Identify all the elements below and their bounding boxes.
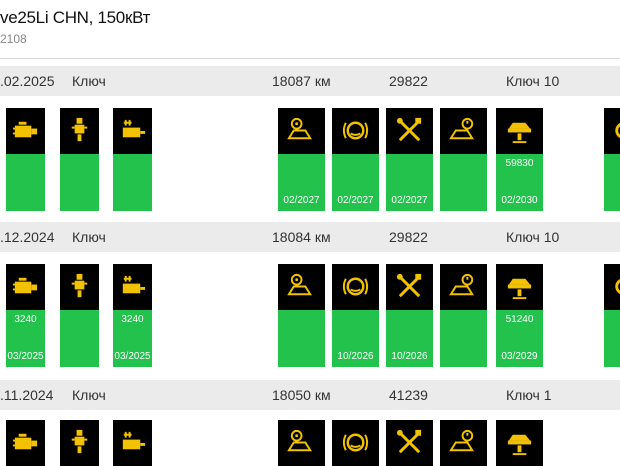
tile-engine-filter xyxy=(6,420,45,466)
tile-tools-service: 10/2026 xyxy=(386,264,433,367)
tile-vehicle-service: 02/2027 xyxy=(278,108,325,211)
tile-lift-inspection xyxy=(496,420,543,466)
tile-spark-plug xyxy=(60,108,99,211)
vehicle-check-icon xyxy=(440,264,487,310)
tile-brake-fluid xyxy=(332,420,379,466)
car-lift-icon xyxy=(496,420,543,466)
tile-lift-inspection: 59830 02/2030 xyxy=(496,108,543,211)
spark-plug-icon xyxy=(60,108,99,154)
record-mileage: 18050 км xyxy=(272,387,331,403)
vehicle-title: ve25Li CHN, 150кВт xyxy=(0,8,151,27)
tile-vehicle-service xyxy=(278,420,325,466)
record-mileage: 18087 км xyxy=(272,73,331,89)
vehicle-subtitle: 2108 xyxy=(0,32,27,46)
tile-spark-plug xyxy=(60,420,99,466)
tile-lift-inspection: 51240 03/2029 xyxy=(496,264,543,367)
tile-vehicle-service xyxy=(278,264,325,367)
tile-engine-filter: 3240 03/2025 xyxy=(6,264,45,367)
brake-fluid-icon xyxy=(332,264,379,310)
tile-spark-plug-status xyxy=(60,310,99,367)
tile-vehicle-check-status xyxy=(440,154,487,211)
service-record-header[interactable]: .11.2024 Ключ 18050 км 41239 Ключ 1 xyxy=(0,380,620,410)
particulate-filter-icon xyxy=(113,264,152,310)
tile-brake-fluid: 10/2026 xyxy=(332,264,379,367)
vehicle-service-icon xyxy=(278,264,325,310)
tile-partial-edge xyxy=(604,264,620,367)
record-code: 29822 xyxy=(389,229,428,245)
record-code: 29822 xyxy=(389,73,428,89)
car-lift-icon xyxy=(496,108,543,154)
wrench-screwdriver-icon xyxy=(386,108,433,154)
vehicle-header: ve25Li CHN, 150кВт 2108 xyxy=(0,0,620,59)
tile-vehicle-service-status xyxy=(278,310,325,367)
tile-particulate-filter-status xyxy=(113,154,152,211)
tile-partial-edge xyxy=(604,108,620,211)
record-key: Ключ 1 xyxy=(506,387,552,403)
wrench-screwdriver-icon xyxy=(386,264,433,310)
wrench-screwdriver-icon xyxy=(386,420,433,466)
record-key: Ключ 10 xyxy=(506,229,560,245)
tile-lift-inspection-status: 59830 02/2030 xyxy=(496,154,543,211)
engine-filter-icon xyxy=(6,420,45,466)
tile-engine-filter xyxy=(6,108,45,211)
vehicle-check-icon xyxy=(440,420,487,466)
record-type: Ключ xyxy=(72,387,106,403)
particulate-filter-icon xyxy=(113,420,152,466)
tile-tools-service-status: 02/2027 xyxy=(386,154,433,211)
tile-particulate-filter: 3240 03/2025 xyxy=(113,264,152,367)
tile-particulate-filter xyxy=(113,420,152,466)
gear-icon xyxy=(604,108,620,154)
brake-fluid-icon xyxy=(332,108,379,154)
spark-plug-icon xyxy=(60,420,99,466)
service-record-header[interactable]: .02.2025 Ключ 18087 км 29822 Ключ 10 xyxy=(0,66,620,96)
vehicle-service-icon xyxy=(278,108,325,154)
tile-spark-plug-status xyxy=(60,154,99,211)
record-code: 41239 xyxy=(389,387,428,403)
particulate-filter-icon xyxy=(113,108,152,154)
tile-vehicle-check xyxy=(440,264,487,367)
service-record-header[interactable]: .12.2024 Ключ 18084 км 29822 Ключ 10 xyxy=(0,222,620,252)
record-key: Ключ 10 xyxy=(506,73,560,89)
tile-brake-fluid-status: 10/2026 xyxy=(332,310,379,367)
spark-plug-icon xyxy=(60,264,99,310)
record-date: .12.2024 xyxy=(0,229,55,245)
tile-vehicle-check xyxy=(440,108,487,211)
vehicle-service-icon xyxy=(278,420,325,466)
tile-vehicle-check xyxy=(440,420,487,466)
record-date: .11.2024 xyxy=(0,387,54,403)
tile-vehicle-service-status: 02/2027 xyxy=(278,154,325,211)
tile-spark-plug xyxy=(60,264,99,367)
engine-filter-icon xyxy=(6,264,45,310)
tile-engine-filter-status xyxy=(6,154,45,211)
tile-tools-service-status: 10/2026 xyxy=(386,310,433,367)
record-type: Ключ xyxy=(72,73,106,89)
tile-brake-fluid-status: 02/2027 xyxy=(332,154,379,211)
tile-tools-service: 02/2027 xyxy=(386,108,433,211)
gear-icon xyxy=(604,264,620,310)
tile-partial-edge-status xyxy=(604,154,620,211)
brake-fluid-icon xyxy=(332,420,379,466)
tile-partial-edge-status xyxy=(604,310,620,367)
tile-tools-service xyxy=(386,420,433,466)
tile-particulate-filter-status: 3240 03/2025 xyxy=(113,310,152,367)
vehicle-check-icon xyxy=(440,108,487,154)
tile-brake-fluid: 02/2027 xyxy=(332,108,379,211)
tile-engine-filter-status: 3240 03/2025 xyxy=(6,310,45,367)
record-type: Ключ xyxy=(72,229,106,245)
car-lift-icon xyxy=(496,264,543,310)
tile-lift-inspection-status: 51240 03/2029 xyxy=(496,310,543,367)
record-date: .02.2025 xyxy=(0,73,55,89)
engine-filter-icon xyxy=(6,108,45,154)
record-mileage: 18084 км xyxy=(272,229,331,245)
tile-vehicle-check-status xyxy=(440,310,487,367)
tile-particulate-filter xyxy=(113,108,152,211)
